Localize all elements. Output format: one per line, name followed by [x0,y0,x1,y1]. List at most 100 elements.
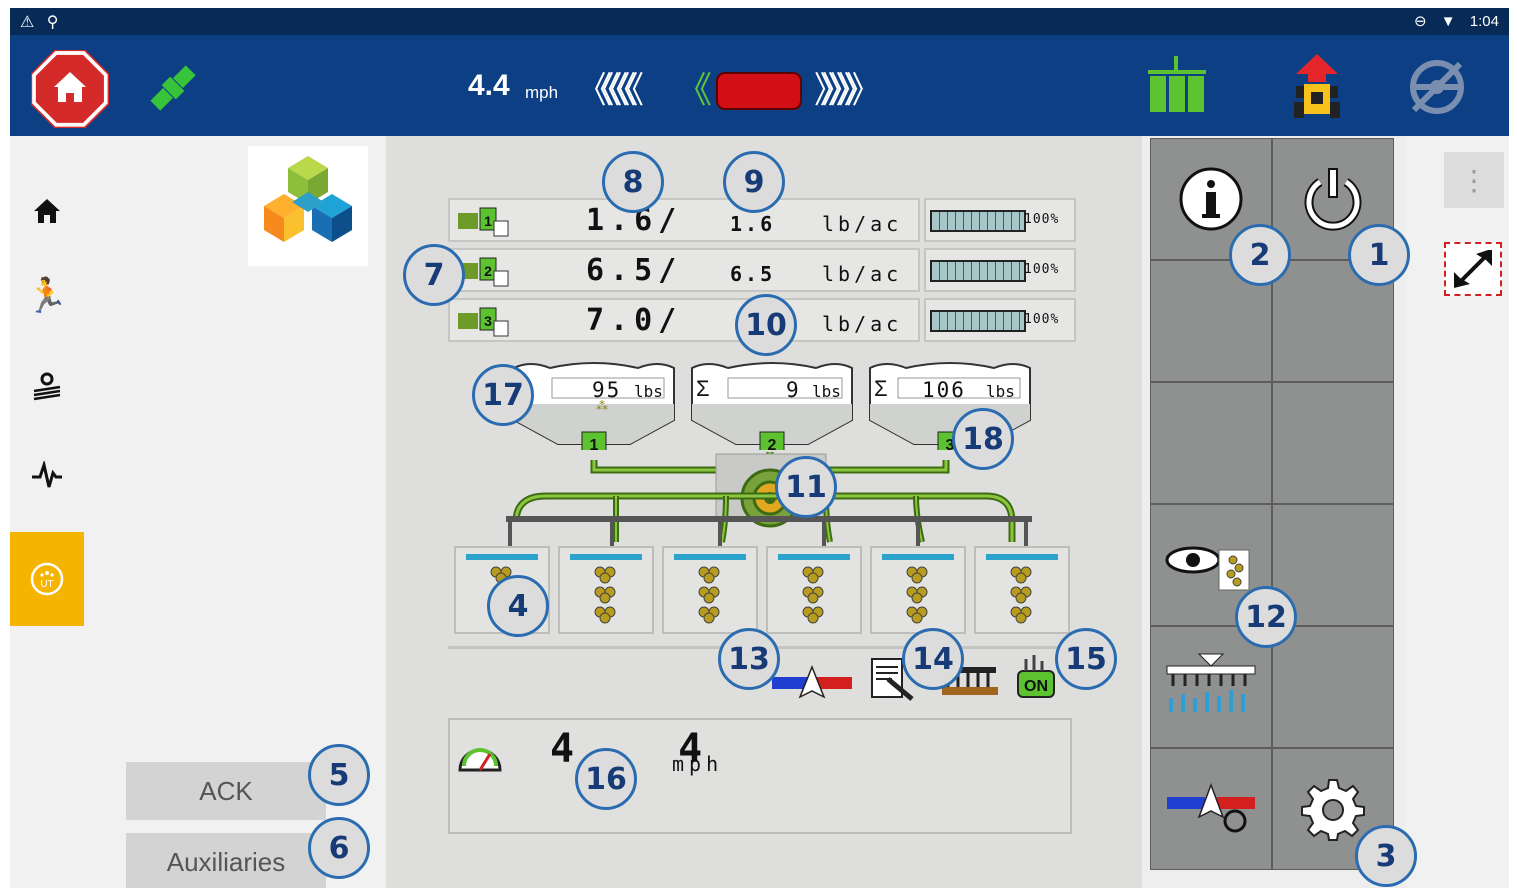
svg-text:2: 2 [484,263,492,279]
expand-view-button[interactable] [1444,242,1502,296]
callout-9: 9 [723,151,785,213]
callout-12: 12 [1235,586,1297,648]
home-icon [34,199,60,223]
product-1-icon: 1 [458,207,509,237]
lightbar-softkey[interactable] [1150,748,1272,870]
callout-16: 16 [575,748,637,810]
actual-rate: 7.0/ [586,303,683,338]
svg-text:Σ: Σ [696,376,710,401]
autosteer-disabled-icon[interactable] [1402,52,1472,122]
rate-unit: lb/ac [822,212,903,236]
info-icon [1179,167,1243,231]
rate-percent: 100% [1024,212,1060,227]
rate-row-1[interactable]: 1 1.6/ 1.6 lb/ac [448,198,920,242]
row-unit-2[interactable] [558,546,654,634]
runner-icon: 🏃 [25,277,69,315]
expand-arrows-icon [1454,250,1492,288]
wifi-icon: ▼ [1440,13,1456,30]
callout-2: 2 [1229,224,1291,286]
row-unit-6[interactable] [974,546,1070,634]
gps-satellite-icon[interactable] [142,57,204,119]
gear-icon [1301,779,1365,841]
seed-icon [906,566,928,624]
callout-18: 18 [952,408,1014,470]
rate-percent-bar [930,210,1026,232]
rate-percent-row-3: 100% [924,298,1076,342]
speed-unit: mph [525,83,559,102]
callout-8: 8 [602,151,664,213]
top-toolbar: 4.4 mph 《《《《《 《 》》》》》 [10,35,1509,136]
svg-text:ON: ON [1024,678,1048,695]
callout-15: 15 [1055,628,1117,690]
row-unit-5[interactable] [870,546,966,634]
row-unit-status-bar [674,554,746,560]
softkey-empty-5[interactable] [1150,382,1272,504]
lightbar-reset-icon [1167,782,1255,833]
row-unit-status-bar [882,554,954,560]
seed-icon [1010,566,1032,624]
speedometer-icon [458,748,502,772]
row-unit-3[interactable] [662,546,758,634]
speed-readout: 4.4 [468,69,510,102]
nav-home[interactable] [10,166,84,256]
callout-13: 13 [718,628,780,690]
seed-icon [698,566,720,624]
tank-unit: lbs [634,382,663,401]
nav-universal-terminal[interactable]: UT [10,532,84,626]
callout-1: 1 [1348,224,1410,286]
more-menu-icon[interactable]: ⋮ [1444,152,1504,208]
rate-percent: 100% [1024,262,1060,277]
do-not-disturb-icon: ⊖ [1414,13,1427,30]
rate-row-3[interactable]: 3 7.0/ lb/ac [448,298,920,342]
app-logo [248,146,368,266]
rate-row-2[interactable]: 2 6.5/ 6.5 lb/ac [448,248,920,292]
left-navigation: 🏃 UT [10,136,84,888]
guidance-status-indicator [716,72,802,110]
isobus-cube-logo [264,156,352,242]
home-stop-button[interactable] [31,50,109,128]
rate-percent-row-2: 100% [924,248,1076,292]
nav-diagnostics[interactable] [10,431,84,521]
svg-text:3: 3 [484,313,492,329]
implement-working-set: 1 1.6/ 1.6 lb/ac 2 6.5/ 6.5 lb/ac 3 7.0/… [386,136,1144,888]
svg-text:1: 1 [484,213,492,229]
callout-14: 14 [902,628,964,690]
row-unit-status-bar [570,554,642,560]
row-unit-status-bar [466,554,538,560]
implement-sections-icon[interactable] [1142,52,1212,122]
home-icon [31,50,109,128]
callout-17: 17 [472,364,534,426]
tractor-direction-icon[interactable] [1282,52,1352,122]
callout-5: 5 [308,744,370,806]
system-status-bar: ⚠ ⚲ ⊖ ▼ 1:04 [10,8,1509,35]
softkey-empty-6[interactable] [1272,382,1394,504]
nav-run[interactable]: 🏃 [10,251,84,341]
softkey-empty-10[interactable] [1272,626,1394,748]
eye-seed-icon [1165,546,1250,591]
auxiliaries-button[interactable]: Auxiliaries [126,833,326,888]
callout-10: 10 [735,294,797,356]
nav-field-settings[interactable] [10,341,84,431]
status-notification-icons: ⚠ ⚲ [20,12,59,32]
guidance-active-chevron: 《 [676,69,713,110]
usb-icon: ⚲ [46,14,59,31]
power-icon [1304,168,1362,231]
guidance-right-chevrons: 》》》》》 [814,69,882,110]
warning-icon: ⚠ [20,14,35,31]
rate-unit: lb/ac [822,312,903,336]
lightbar-slider-icon[interactable] [770,665,854,701]
seed-icon [594,566,616,624]
svg-text:Σ: Σ [874,376,888,401]
tank-unit: lbs [986,382,1015,401]
app-frame: ⚠ ⚲ ⊖ ▼ 1:04 4.4 mph 《《《《《 《 》》》》》 🏃 UT … [10,8,1509,888]
ack-button[interactable]: ACK [126,762,326,820]
svg-text:UT: UT [40,579,53,590]
target-rate: 6.5 [730,262,776,286]
clock: 1:04 [1469,13,1499,30]
planter-sections-icon [1166,653,1256,712]
tank-unit: lbs [812,382,841,401]
ground-speed-unit: mph [672,752,724,776]
row-unit-4[interactable] [766,546,862,634]
tank-quantity: 9 [786,378,801,402]
master-switch-on-icon[interactable]: ON [1012,653,1060,703]
